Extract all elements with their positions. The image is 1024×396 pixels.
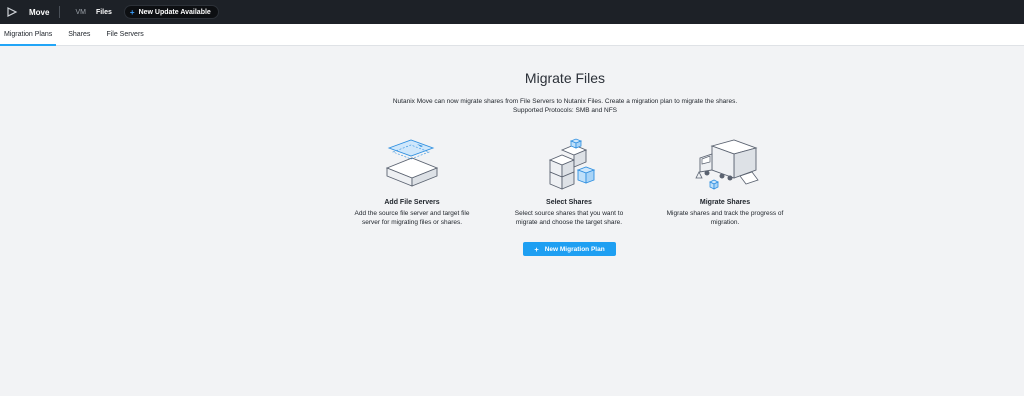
new-migration-plan-button[interactable]: + New Migration Plan	[523, 242, 616, 256]
plus-icon: +	[534, 244, 539, 254]
tab-file-servers[interactable]: File Servers	[102, 24, 147, 45]
step-description-line-1: Add the source file server and target fi…	[354, 210, 470, 217]
step-title: Migrate Shares	[699, 199, 751, 206]
step-description-line-2: migration.	[710, 218, 740, 226]
step-title: Select Shares	[546, 199, 592, 206]
step-title: Add File Servers	[384, 199, 440, 206]
step-description-line-2: migrate and choose the target share.	[515, 218, 623, 226]
nav-files[interactable]: Files	[96, 9, 112, 16]
new-update-button[interactable]: + New Update Available	[123, 5, 219, 19]
nav-vm[interactable]: VM	[75, 9, 86, 16]
page-title: Migrate Files	[524, 70, 606, 86]
step-select-shares: Select Shares Select source shares that …	[494, 138, 644, 227]
description-line-2: Supported Protocols: SMB and NFS	[512, 107, 618, 114]
step-description: Add the source file server and target fi…	[337, 210, 487, 227]
tab-bar: Migration Plans Shares File Servers	[0, 24, 1024, 46]
move-logo-icon[interactable]	[5, 5, 19, 19]
step-add-file-servers: Add File Servers Add the source file ser…	[337, 138, 487, 227]
file-servers-illustration-icon	[377, 138, 447, 192]
description-line-1: Nutanix Move can now migrate shares from…	[392, 98, 738, 105]
tab-shares[interactable]: Shares	[64, 24, 94, 45]
step-description: Select source shares that you want to mi…	[494, 210, 644, 227]
tab-migration-plans[interactable]: Migration Plans	[0, 24, 57, 46]
header-divider	[59, 6, 61, 18]
top-bar: Move VM Files + New Update Available	[0, 0, 1024, 24]
step-description-line-2: server for migrating files or shares.	[361, 218, 463, 226]
plus-icon: +	[129, 7, 135, 17]
step-description-line-1: Select source shares that you want to	[514, 210, 624, 217]
new-migration-plan-label: New Migration Plan	[544, 245, 605, 253]
step-description: Migrate shares and track the progress of…	[650, 210, 800, 227]
migrate-truck-illustration-icon	[690, 138, 760, 192]
select-shares-illustration-icon	[534, 138, 604, 192]
page-description: Nutanix Move can now migrate shares from…	[0, 97, 1024, 115]
step-description-line-1: Migrate shares and track the progress of	[666, 210, 784, 217]
update-label: New Update Available	[138, 8, 211, 16]
app-name: Move	[29, 7, 50, 17]
step-migrate-shares: Migrate Shares Migrate shares and track …	[650, 138, 800, 227]
